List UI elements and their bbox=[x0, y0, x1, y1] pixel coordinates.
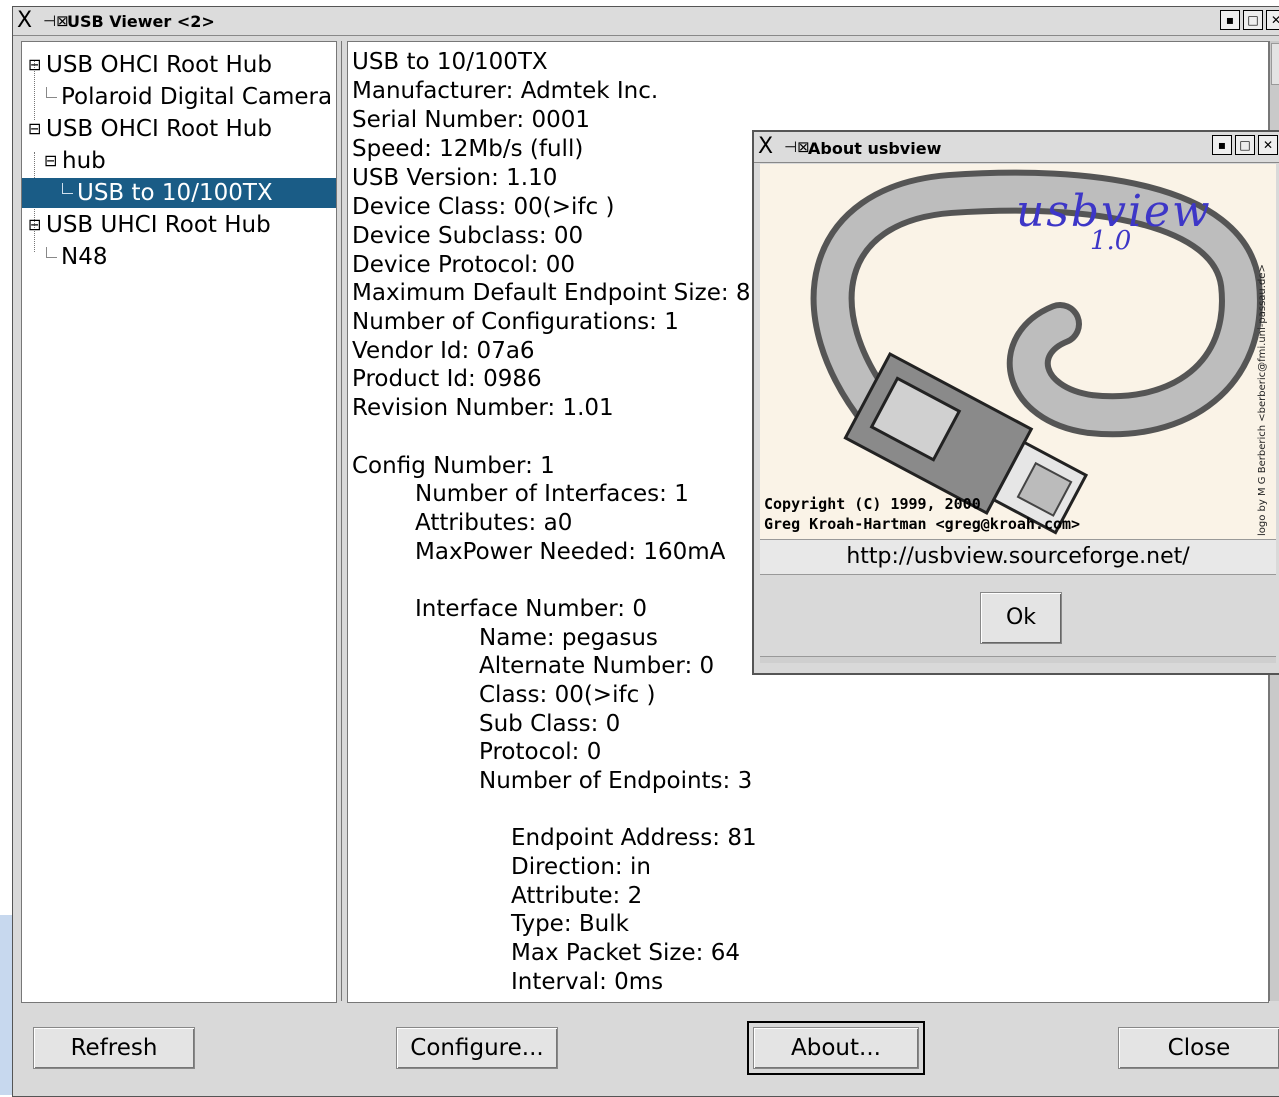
tree-item-label: N48 bbox=[61, 244, 108, 270]
dialog-window-controls: ▪ □ ✕ bbox=[1212, 135, 1278, 155]
tree-item-ohci-root-hub-2[interactable]: ⊟ USB OHCI Root Hub bbox=[28, 114, 272, 144]
x-logo-icon[interactable]: X bbox=[758, 135, 773, 159]
detail-line: Vendor Id: 07a6 bbox=[352, 338, 535, 364]
detail-line: MaxPower Needed: 160mA bbox=[415, 539, 726, 565]
detail-line: Product Id: 0986 bbox=[352, 366, 542, 392]
detail-line: Number of Interfaces: 1 bbox=[415, 481, 689, 507]
tree-item-label: USB OHCI Root Hub bbox=[46, 52, 272, 78]
detail-line: Device Protocol: 00 bbox=[352, 252, 575, 278]
main-titlebar[interactable]: X ⊣⊠ USB Viewer <2> ▪ □ ✕ bbox=[13, 7, 1279, 36]
detail-line: Interface Number: 0 bbox=[415, 596, 647, 622]
tree-item-n48[interactable]: N48 bbox=[46, 242, 107, 272]
logo-credit: logo by M G Berberich <berberic@fmi.uni-… bbox=[1257, 264, 1268, 536]
tree-branch-icon bbox=[46, 87, 57, 98]
tree-item-label: Polaroid Digital Camera bbox=[61, 84, 333, 110]
pane-splitter[interactable] bbox=[337, 41, 347, 1001]
device-tree[interactable]: ⊟ USB OHCI Root Hub Polaroid Digital Came… bbox=[21, 41, 337, 1003]
collapse-icon[interactable]: ⊟ bbox=[28, 50, 42, 80]
detail-line: Maximum Default Endpoint Size: 8 bbox=[352, 280, 751, 306]
tree-item-uhci-root-hub[interactable]: ⊟ USB UHCI Root Hub bbox=[28, 210, 271, 240]
detail-line: USB to 10/100TX bbox=[352, 49, 548, 75]
detail-line: Sub Class: 0 bbox=[479, 711, 621, 737]
collapse-icon[interactable]: ⊟ bbox=[28, 114, 42, 144]
detail-line: Speed: 12Mb/s (full) bbox=[352, 136, 584, 162]
pin-icon[interactable]: ⊣⊠ bbox=[43, 11, 69, 31]
pin-icon[interactable]: ⊣⊠ bbox=[784, 137, 810, 157]
detail-line: Interval: 0ms bbox=[511, 969, 664, 995]
usbview-logo: usbview 1.0 logo by M G Berberich <berbe… bbox=[760, 164, 1276, 539]
close-button[interactable]: Close bbox=[1118, 1027, 1279, 1069]
tree-item-label: USB UHCI Root Hub bbox=[46, 212, 271, 238]
detail-line: Attribute: 2 bbox=[511, 883, 643, 909]
scrollbar-thumb[interactable] bbox=[1271, 43, 1279, 85]
detail-line: Attributes: a0 bbox=[415, 510, 573, 536]
detail-line: Config Number: 1 bbox=[352, 453, 555, 479]
tree-item-label: USB OHCI Root Hub bbox=[46, 116, 272, 142]
tree-item-label: USB to 10/100TX bbox=[77, 180, 273, 206]
tree-item-usb-to-10-100tx[interactable]: USB to 10/100TX bbox=[22, 178, 336, 208]
detail-line: Direction: in bbox=[511, 854, 651, 880]
ok-button[interactable]: Ok bbox=[980, 592, 1062, 644]
window-controls: ▪ □ ✕ bbox=[1220, 10, 1279, 30]
close-window-button[interactable]: ✕ bbox=[1266, 10, 1279, 30]
window-title: USB Viewer <2> bbox=[67, 12, 215, 31]
tree-branch-icon bbox=[46, 247, 57, 258]
minimize-button[interactable]: ▪ bbox=[1220, 10, 1240, 30]
detail-line: Device Class: 00(>ifc ) bbox=[352, 194, 615, 220]
collapse-icon[interactable]: ⊟ bbox=[28, 210, 42, 240]
detail-line: Max Packet Size: 64 bbox=[511, 940, 740, 966]
detail-line: Serial Number: 0001 bbox=[352, 107, 590, 133]
refresh-button[interactable]: Refresh bbox=[33, 1027, 195, 1069]
detail-line: Alternate Number: 0 bbox=[479, 653, 715, 679]
detail-line: Protocol: 0 bbox=[479, 739, 602, 765]
detail-line: Manufacturer: Admtek Inc. bbox=[352, 78, 659, 104]
tree-item-ohci-root-hub-1[interactable]: ⊟ USB OHCI Root Hub bbox=[28, 50, 272, 80]
logo-version: 1.0 bbox=[1090, 226, 1132, 256]
close-window-button[interactable]: ✕ bbox=[1258, 135, 1278, 155]
copyright-text: Copyright (C) 1999, 2000 Greg Kroah-Hart… bbox=[764, 495, 1081, 533]
tree-item-polaroid-camera[interactable]: Polaroid Digital Camera bbox=[46, 82, 332, 112]
maximize-button[interactable]: □ bbox=[1235, 135, 1255, 155]
detail-line: USB Version: 1.10 bbox=[352, 165, 558, 191]
detail-line: Device Subclass: 00 bbox=[352, 223, 584, 249]
about-title: About usbview bbox=[808, 139, 942, 158]
minimize-button[interactable]: ▪ bbox=[1212, 135, 1232, 155]
about-dialog: X ⊣⊠ About usbview ▪ □ ✕ usbview 1.0 log… bbox=[752, 130, 1279, 675]
maximize-button[interactable]: □ bbox=[1243, 10, 1263, 30]
x-logo-icon[interactable]: X bbox=[17, 9, 32, 33]
detail-line: Endpoint Address: 81 bbox=[511, 825, 757, 851]
project-url: http://usbview.sourceforge.net/ bbox=[760, 539, 1276, 575]
detail-line: Name: pegasus bbox=[479, 625, 658, 651]
detail-line: Revision Number: 1.01 bbox=[352, 395, 614, 421]
dialog-bottom-edge bbox=[760, 656, 1276, 663]
tree-branch-icon bbox=[62, 183, 73, 194]
about-button[interactable]: About... bbox=[747, 1021, 925, 1075]
collapse-icon[interactable]: ⊟ bbox=[44, 146, 58, 176]
detail-line: Class: 00(>ifc ) bbox=[479, 682, 656, 708]
tree-item-label: hub bbox=[62, 148, 106, 174]
detail-line: Type: Bulk bbox=[511, 911, 629, 937]
detail-line: Number of Endpoints: 3 bbox=[479, 768, 753, 794]
detail-line: Number of Configurations: 1 bbox=[352, 309, 679, 335]
tree-item-hub[interactable]: ⊟ hub bbox=[44, 146, 106, 176]
about-titlebar[interactable]: X ⊣⊠ About usbview ▪ □ ✕ bbox=[754, 132, 1279, 163]
configure-button[interactable]: Configure... bbox=[396, 1027, 558, 1069]
